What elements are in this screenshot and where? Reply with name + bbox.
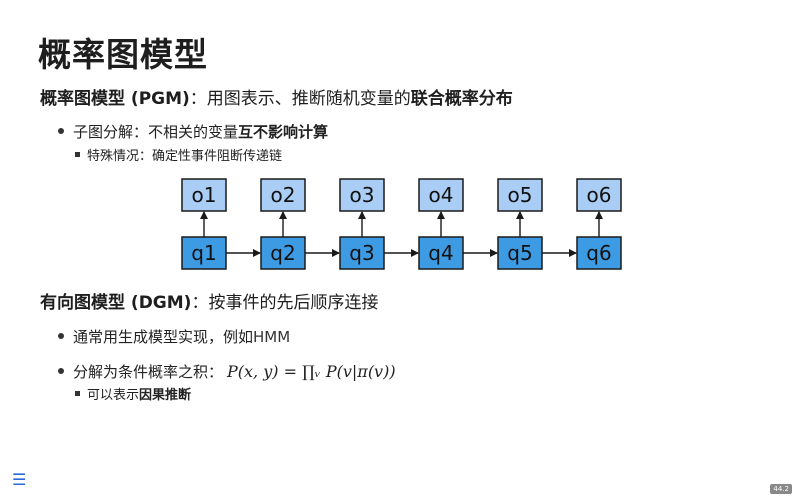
observed-node-label: o5 xyxy=(508,183,533,207)
hidden-node-label: q5 xyxy=(507,241,532,265)
hidden-node-label: q2 xyxy=(270,241,295,265)
slide-title: 概率图模型 xyxy=(38,35,208,74)
pgm-bullet-1-text: 子图分解：不相关的变量 xyxy=(73,123,239,141)
observed-node-label: o6 xyxy=(587,183,612,207)
bullet-dot xyxy=(58,333,64,339)
pgm-heading-tail: 联合概率分布 xyxy=(410,89,513,109)
pgm-heading-bold: 概率图模型 (PGM) xyxy=(40,89,190,109)
bullet-dot xyxy=(58,128,64,134)
pgm-bullet-1-bold: 互不影响计算 xyxy=(238,123,329,141)
hidden-node-label: q4 xyxy=(428,241,453,265)
hidden-node-label: q3 xyxy=(349,241,374,265)
dgm-sub-bullet-1-text: 可以表示 xyxy=(87,388,140,403)
factorization-formula: P(x, y) = ∏ᵥ P(v|π(v)) xyxy=(227,362,396,381)
observed-node-label: o3 xyxy=(350,183,375,207)
hidden-node-label: q1 xyxy=(191,241,216,265)
pgm-sub-bullet-1-text: 特殊情况：确定性事件阻断传递链 xyxy=(87,149,283,164)
menu-icon[interactable]: ☰ xyxy=(12,470,26,489)
pgm-sub-bullet-1: 特殊情况：确定性事件阻断传递链 xyxy=(75,145,282,164)
hidden-node-label: q6 xyxy=(586,241,611,265)
dgm-heading-bold: 有向图模型 (DGM) xyxy=(40,293,192,313)
dgm-bullet-1: 通常用生成模型实现，例如 HMM xyxy=(58,326,290,347)
page-number: 44.2 xyxy=(770,484,792,494)
sub-bullet-square xyxy=(75,391,80,396)
dgm-bullet-1-text: 通常用生成模型实现，例如 xyxy=(73,328,254,346)
pgm-bullet-1: 子图分解：不相关的变量 互不影响计算 xyxy=(58,121,328,142)
dgm-sub-bullet-1: 可以表示 因果推断 xyxy=(75,384,191,403)
hmm-diagram: o1 q1 o2 q2 o3 q3 o4 q4 o5 q5 o6 q6 xyxy=(181,178,622,270)
pgm-heading-rest: ：用图表示、推断随机变量的 xyxy=(189,89,411,109)
observed-node-label: o2 xyxy=(271,183,296,207)
dgm-sub-bullet-1-bold: 因果推断 xyxy=(139,388,192,403)
observed-node-label: o4 xyxy=(429,183,454,207)
dgm-heading: 有向图模型 (DGM)：按事件的先后顺序连接 xyxy=(40,288,378,313)
dgm-bullet-1-hmm: HMM xyxy=(253,328,291,346)
pgm-heading: 概率图模型 (PGM)：用图表示、推断随机变量的联合概率分布 xyxy=(40,84,513,109)
observed-node-label: o1 xyxy=(192,183,217,207)
dgm-bullet-2-text: 分解为条件概率之积： xyxy=(73,363,224,381)
bullet-dot xyxy=(58,368,64,374)
dgm-bullet-2: 分解为条件概率之积： P(x, y) = ∏ᵥ P(v|π(v)) xyxy=(58,361,396,382)
sub-bullet-square xyxy=(75,152,80,157)
dgm-heading-rest: ：按事件的先后顺序连接 xyxy=(191,293,379,313)
